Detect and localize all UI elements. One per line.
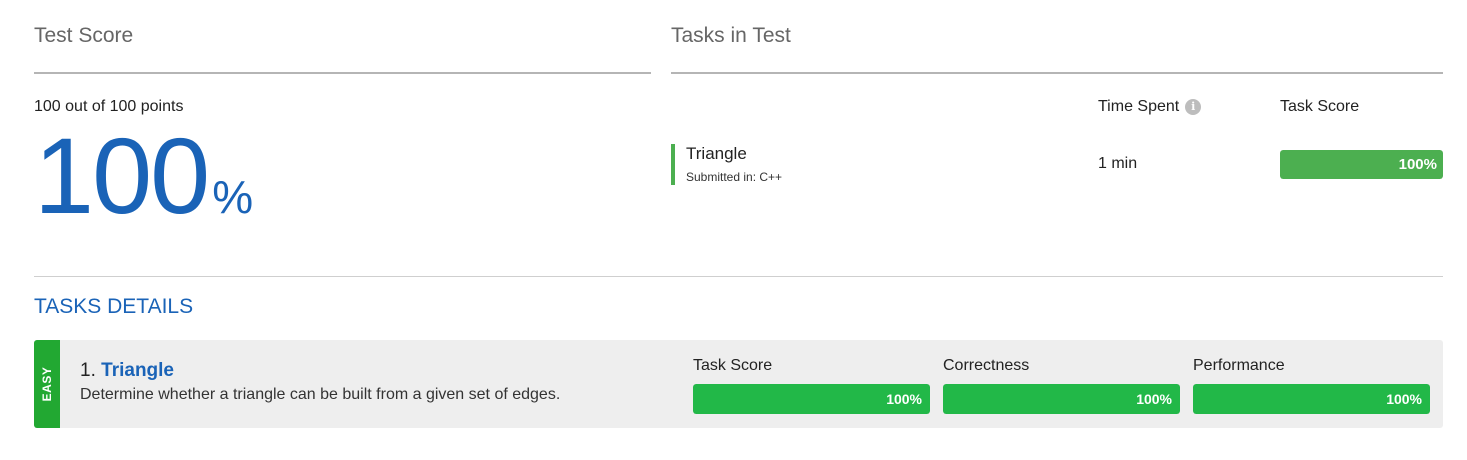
score-percentage: 100% [34,122,253,230]
points-summary: 100 out of 100 points [34,98,184,115]
time-spent-header: Time Spent i [1098,98,1202,116]
metric-correctness-bar: 100% [943,384,1180,414]
task-time-spent: 1 min [1098,155,1138,172]
metric-performance-value: 100% [1386,391,1422,407]
metric-correctness-label: Correctness [943,357,1030,374]
metric-task-score: Task Score 100% [693,357,930,414]
task-status-marker [671,144,675,185]
metric-performance-bar: 100% [1193,384,1430,414]
tasks-in-test-divider [671,72,1443,74]
difficulty-badge: EASY [34,340,60,428]
metric-task-score-value: 100% [886,391,922,407]
metric-correctness: Correctness 100% [943,357,1180,414]
test-report: Test Score 100 out of 100 points 100% Ta… [0,0,1467,460]
task-detail-card: EASY 1. Triangle Determine whether a tri… [34,340,1443,428]
task-detail-description: Determine whether a triangle can be buil… [80,386,561,403]
tasks-in-test-title: Tasks in Test [671,24,791,47]
metric-task-score-bar: 100% [693,384,930,414]
task-score-value: 100% [1398,156,1437,173]
section-divider [34,276,1443,277]
metric-performance-label: Performance [1193,357,1285,374]
tasks-details-title: TASKS DETAILS [34,295,194,318]
task-detail-link[interactable]: Triangle [101,360,174,381]
score-percentage-value: 100 [34,115,210,236]
score-percentage-sign: % [212,171,254,223]
test-score-divider [34,72,651,74]
metric-performance: Performance 100% [1193,357,1430,414]
task-detail-number: 1. [80,360,96,381]
test-score-title: Test Score [34,24,134,47]
task-name[interactable]: Triangle [686,144,747,164]
time-spent-header-label: Time Spent [1098,98,1180,115]
metric-task-score-label: Task Score [693,357,773,374]
task-score-bar: 100% [1280,150,1443,179]
task-row[interactable]: Triangle Submitted in: C++ 1 min 100% [671,144,1443,186]
task-detail-heading: 1. Triangle [80,360,174,382]
task-score-header: Task Score [1280,98,1360,115]
task-submitted-language: Submitted in: C++ [686,170,783,184]
difficulty-label: EASY [40,366,54,402]
info-icon[interactable]: i [1185,99,1202,115]
metric-correctness-value: 100% [1136,391,1172,407]
